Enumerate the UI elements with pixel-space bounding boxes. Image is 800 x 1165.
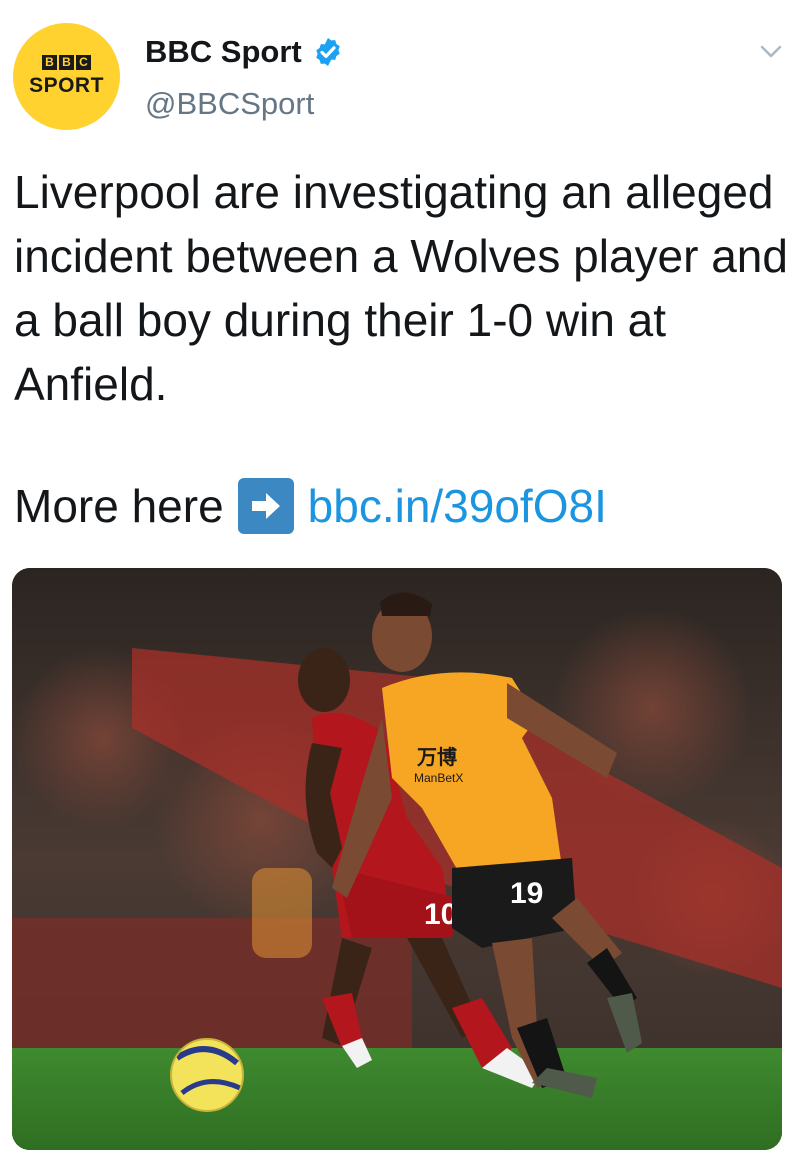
right-shirt-number: 19 <box>510 877 543 910</box>
more-here-label: More here <box>14 480 224 532</box>
bbc-block: B <box>59 55 74 70</box>
right-arrow-icon <box>237 478 294 534</box>
tweet-media-photo[interactable]: 10 19 万博 ManBetX <box>12 568 782 1150</box>
chevron-down-icon[interactable] <box>760 44 782 60</box>
tweet-link[interactable]: bbc.in/39ofO8I <box>308 474 607 538</box>
football-icon <box>170 1038 244 1112</box>
author-name-row[interactable]: BBC Sport <box>145 34 344 70</box>
tweet-text: Liverpool are investigating an alleged i… <box>14 166 788 410</box>
sponsor-sub-text: ManBetX <box>414 771 463 785</box>
avatar[interactable]: B B C SPORT <box>13 23 120 130</box>
bbc-logo: B B C <box>42 55 91 70</box>
football-photo: 10 19 万博 ManBetX <box>12 568 782 1150</box>
more-here-row: More here bbc.in/39ofO8I <box>14 474 607 538</box>
avatar-sport-word: SPORT <box>29 74 104 97</box>
display-name[interactable]: BBC Sport <box>145 34 302 70</box>
verified-badge-icon <box>315 38 340 66</box>
bbc-block: B <box>42 55 57 70</box>
sponsor-logo-text: 万博 <box>416 745 457 769</box>
bbc-block: C <box>76 55 91 70</box>
handle[interactable]: @BBCSport <box>145 86 314 122</box>
